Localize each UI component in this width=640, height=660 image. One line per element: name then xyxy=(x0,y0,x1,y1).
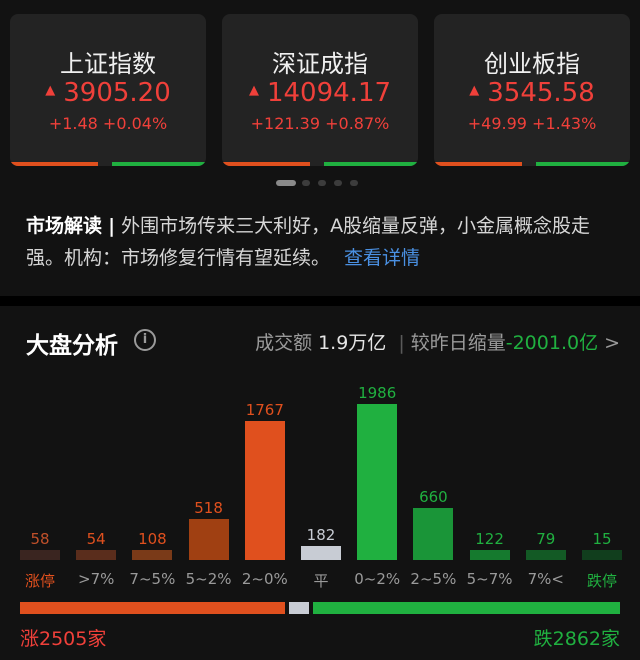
distribution-bar xyxy=(188,519,229,560)
interpretation-label: 市场解读 xyxy=(26,215,103,237)
distribution-bar xyxy=(244,421,285,560)
distribution-bar xyxy=(20,550,60,560)
index-up-down-bar xyxy=(434,162,630,166)
bar-category-label: 平 xyxy=(313,572,329,590)
index-price: ▲ 14094.17 xyxy=(248,78,392,108)
distribution-bar xyxy=(301,545,341,560)
index-panel: 上证指数 ▲ 3905.20 +1.48 +0.04% 深证成指 ▲ 14094.1… xyxy=(0,0,640,296)
index-up-down-bar xyxy=(222,162,418,166)
distribution-bar xyxy=(357,404,398,560)
bar-category-label: 5~7% xyxy=(466,570,513,588)
chevron-right-icon[interactable]: > xyxy=(604,332,620,354)
bar-value-label: 518 xyxy=(194,499,223,518)
ratio-up-segment xyxy=(20,602,285,614)
carousel-dot[interactable] xyxy=(334,180,342,186)
index-change: +1.48 +0.04% xyxy=(48,114,168,133)
index-name: 上证指数 xyxy=(60,50,156,78)
bar-value-label: 15 xyxy=(592,530,612,548)
index-card-shenzhen[interactable]: 深证成指 ▲ 14094.17 +121.39 +0.87% xyxy=(222,14,418,166)
market-analysis-panel: 大盘分析 i 成交额 1.9万亿 | 较昨日缩量-2001.0亿 > 58 涨停 54 >7%… xyxy=(0,306,640,660)
bar-value-label: 1767 xyxy=(245,401,284,420)
up-arrow-icon: ▲ xyxy=(45,83,56,98)
compare-value: -2001.0亿 xyxy=(505,332,599,354)
index-change: +121.39 +0.87% xyxy=(250,114,390,133)
turnover-summary[interactable]: 成交额 1.9万亿 | 较昨日缩量-2001.0亿 > xyxy=(255,328,620,355)
carousel-dot[interactable] xyxy=(318,180,326,186)
bar-category-label: 5~2% xyxy=(185,570,232,588)
bar-value-label: 79 xyxy=(536,530,556,548)
carousel-dot[interactable] xyxy=(276,180,296,186)
distribution-bar xyxy=(76,550,117,560)
bar-category-label: 0~2% xyxy=(354,570,401,588)
index-name: 创业板指 xyxy=(484,50,580,78)
up-count: 涨2505家 xyxy=(20,628,107,650)
bar-category-label: 2~5% xyxy=(410,570,457,588)
bar-value-label: 1986 xyxy=(358,384,397,402)
view-details-link[interactable]: 查看详情 xyxy=(344,247,420,269)
distribution-chart: 58 涨停 54 >7% 108 7~5% 518 5~2% 1767 2~0% 182 平 1986 0… xyxy=(0,366,640,616)
up-down-ratio-bar xyxy=(20,602,620,614)
index-price: ▲ 3905.20 xyxy=(45,78,171,108)
down-count: 跌2862家 xyxy=(533,628,620,650)
bar-category-label: 7~5% xyxy=(129,570,176,588)
bar-value-label: 182 xyxy=(306,525,336,544)
bar-category-label: 跌停 xyxy=(586,572,617,590)
bar-category-label: >7% xyxy=(78,570,115,588)
carousel-dot[interactable] xyxy=(302,180,310,186)
distribution-bar xyxy=(582,550,622,560)
index-name: 深证成指 xyxy=(272,50,368,78)
info-icon[interactable]: i xyxy=(134,329,156,351)
interpretation-separator: | xyxy=(108,215,116,237)
bar-value-label: 122 xyxy=(475,530,504,548)
up-arrow-icon: ▲ xyxy=(248,83,259,98)
index-card-chinext[interactable]: 创业板指 ▲ 3545.58 +49.99 +1.43% xyxy=(434,14,630,166)
bar-category-label: 涨停 xyxy=(24,572,55,590)
distribution-bar xyxy=(525,550,566,560)
distribution-bar xyxy=(413,508,454,560)
compare-label: 较昨日缩量 xyxy=(410,332,506,354)
turnover-label: 成交额 xyxy=(255,332,313,354)
distribution-bar xyxy=(469,550,510,560)
turnover-separator: | xyxy=(398,332,405,354)
ratio-flat-segment xyxy=(288,602,309,614)
turnover-value: 1.9万亿 xyxy=(318,332,387,354)
bar-value-label: 54 xyxy=(86,530,106,548)
bar-category-label: 7%< xyxy=(527,570,564,588)
bar-value-label: 660 xyxy=(419,488,448,507)
index-price: ▲ 3545.58 xyxy=(469,78,595,108)
index-up-down-bar xyxy=(10,162,206,166)
bar-category-label: 2~0% xyxy=(241,570,288,588)
up-arrow-icon: ▲ xyxy=(469,83,480,98)
market-interpretation: 市场解读 | 外围市场传来三大利好，A股缩量反弹，小金属概念股走强。机构：市场修… xyxy=(26,210,622,274)
bar-value-label: 108 xyxy=(138,530,167,548)
ratio-down-segment xyxy=(312,602,620,614)
index-card-shanghai[interactable]: 上证指数 ▲ 3905.20 +1.48 +0.04% xyxy=(10,14,206,166)
carousel-dot[interactable] xyxy=(350,180,358,186)
index-change: +49.99 +1.43% xyxy=(467,114,597,133)
bar-value-label: 58 xyxy=(30,530,50,548)
distribution-bar xyxy=(132,550,173,560)
analysis-title: 大盘分析 xyxy=(26,333,118,359)
